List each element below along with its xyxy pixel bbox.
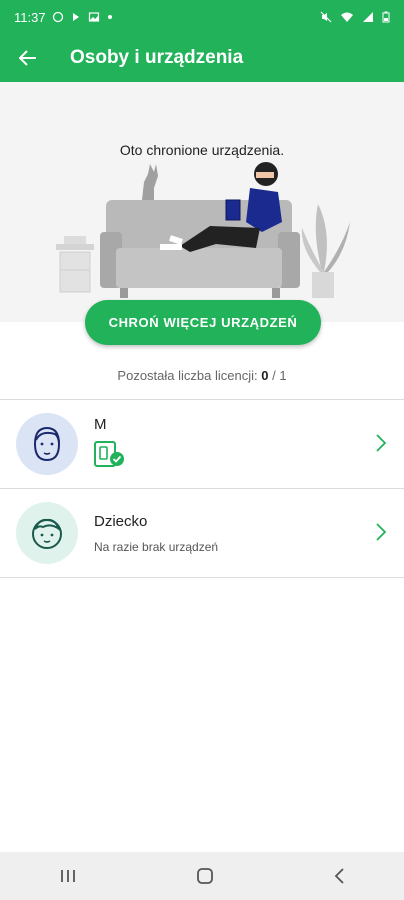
- license-total: 1: [279, 368, 287, 383]
- license-separator: /: [272, 368, 276, 383]
- image-icon: [88, 12, 99, 22]
- hero-section: Oto chronione urządzenia.: [0, 82, 404, 322]
- wifi-icon: [341, 12, 353, 22]
- device-protected-icon: [94, 441, 124, 467]
- list-item-person-child[interactable]: Dziecko Na razie brak urządzeń: [0, 489, 404, 577]
- adult-face-icon: [33, 426, 61, 462]
- person-on-couch-illustration: [56, 162, 350, 298]
- signal-app-icon: [72, 13, 79, 21]
- whatsapp-icon: [52, 11, 63, 23]
- divider: [0, 577, 404, 578]
- list-item-person-m[interactable]: M: [0, 400, 404, 488]
- avatar: [16, 502, 78, 564]
- person-info: Dziecko Na razie brak urządzeń: [94, 513, 218, 554]
- child-face-icon: [32, 518, 62, 549]
- person-name: Dziecko: [94, 512, 148, 530]
- status-bar: 11:37: [0, 0, 404, 34]
- system-nav-bar: [0, 852, 404, 900]
- signal-icon: [363, 12, 373, 22]
- recents-icon[interactable]: [59, 868, 77, 884]
- chevron-right-icon[interactable]: [376, 523, 386, 541]
- app-bar: Osoby i urządzenia: [0, 34, 404, 82]
- battery-icon: [382, 11, 390, 23]
- license-label: Pozostała liczba licencji:: [117, 368, 258, 383]
- protect-more-devices-button[interactable]: CHROŃ WIĘCEJ URZĄDZEŃ: [85, 300, 321, 345]
- back-icon[interactable]: [333, 867, 345, 885]
- arrow-back-icon: [19, 50, 36, 66]
- dot-icon: [107, 15, 112, 19]
- person-status: Na razie brak urządzeń: [94, 539, 219, 554]
- license-count: Pozostała liczba licencji: 0 / 1: [0, 368, 404, 383]
- chevron-right-icon[interactable]: [376, 434, 386, 452]
- person-name: M: [94, 416, 107, 433]
- person-info: M: [94, 416, 126, 472]
- avatar: [16, 413, 78, 475]
- license-used: 0: [261, 368, 269, 383]
- status-time: 11:37: [14, 9, 46, 25]
- home-icon[interactable]: [196, 867, 214, 885]
- mute-icon: [320, 11, 332, 23]
- status-right-icons: [320, 11, 390, 23]
- back-button[interactable]: [0, 34, 56, 82]
- page-title: Osoby i urządzenia: [70, 47, 244, 68]
- status-left-icons: [52, 11, 114, 23]
